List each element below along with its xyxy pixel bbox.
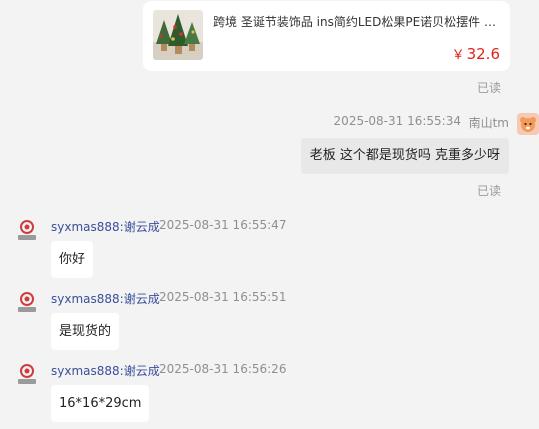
message-bubble-outgoing[interactable]: 老板 这个都是现货吗 克重多少呀 xyxy=(300,138,509,174)
read-status: 已读 xyxy=(476,81,501,95)
currency-symbol: ￥ xyxy=(451,48,465,63)
sender-name: syxmas888:谢云成 xyxy=(51,292,160,306)
sender-name: syxmas888:谢云成 xyxy=(51,364,160,378)
seller-avatar[interactable] xyxy=(15,218,39,242)
seller-logo-icon xyxy=(18,292,36,312)
seller-logo-icon xyxy=(18,364,36,384)
product-thumbnail[interactable] xyxy=(153,10,203,60)
seller-avatar[interactable] xyxy=(15,290,39,314)
buyer-avatar[interactable] xyxy=(517,113,539,135)
read-status: 已读 xyxy=(476,184,501,198)
message-timestamp: 2025-08-31 16:55:51 xyxy=(159,290,287,304)
message-timestamp: 2025-08-31 16:55:34 xyxy=(333,114,461,128)
cartoon-avatar-icon xyxy=(517,113,539,135)
message-timestamp: 2025-08-31 16:56:26 xyxy=(159,362,287,376)
message-bubble-incoming[interactable]: 16*16*29cm xyxy=(51,385,150,422)
product-price: ￥ 32.6 xyxy=(452,44,500,63)
seller-avatar[interactable] xyxy=(15,362,39,386)
price-value: 32.6 xyxy=(466,45,500,63)
message-timestamp: 2025-08-31 16:55:47 xyxy=(159,218,287,232)
message-bubble-incoming[interactable]: 是现货的 xyxy=(51,313,120,350)
sender-name: 南山tm xyxy=(468,116,509,130)
product-title[interactable]: 跨境 圣诞节装饰品 ins简约LED松果PE诺贝松摆件 桌... xyxy=(213,13,501,30)
message-bubble-incoming[interactable]: 你好 xyxy=(51,241,94,278)
sender-name: syxmas888:谢云成 xyxy=(51,220,160,234)
seller-logo-icon xyxy=(18,220,36,240)
product-card[interactable]: 跨境 圣诞节装饰品 ins简约LED松果PE诺贝松摆件 桌... ￥ 32.6 xyxy=(143,1,510,71)
